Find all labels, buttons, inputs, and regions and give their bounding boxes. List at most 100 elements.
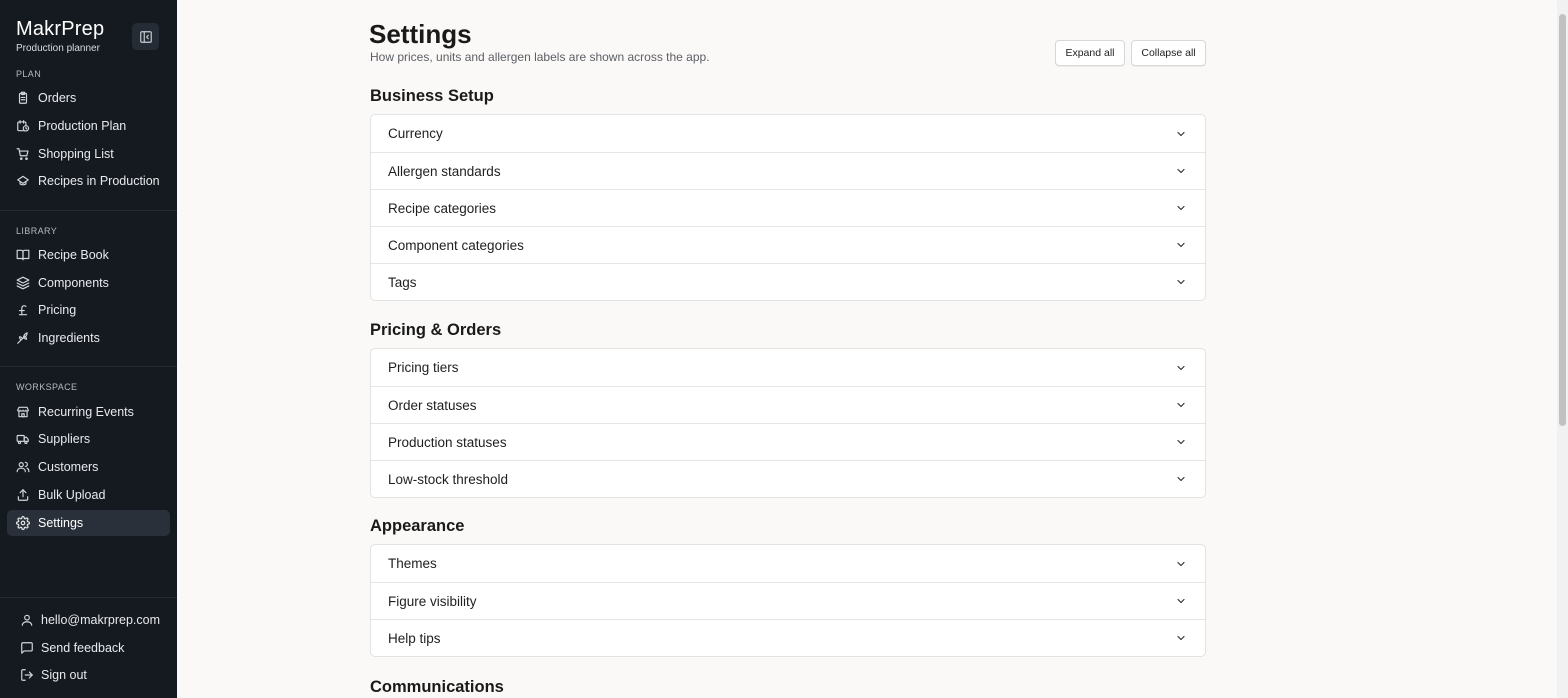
sidebar-item-label: Bulk Upload xyxy=(38,488,106,502)
accordion-row-tags[interactable]: Tags xyxy=(371,263,1205,300)
section-title-communications: Communications xyxy=(370,678,504,696)
accordion-row-recipe-categories[interactable]: Recipe categories xyxy=(371,189,1205,226)
row-label: Order statuses xyxy=(388,397,477,413)
store-icon xyxy=(16,405,30,419)
sidebar-item-production-plan[interactable]: Production Plan xyxy=(7,113,170,139)
sidebar-divider xyxy=(0,597,177,598)
calendar-clock-icon xyxy=(16,119,30,133)
chef-hat-icon xyxy=(16,174,30,188)
sidebar-item-pricing[interactable]: Pricing xyxy=(7,297,170,323)
sidebar-item-suppliers[interactable]: Suppliers xyxy=(7,426,170,452)
sidebar-item-label: Recipes in Production xyxy=(38,174,160,188)
sidebar-item-ingredients[interactable]: Ingredients xyxy=(7,325,170,351)
business-setup-accordion: Currency Allergen standards Recipe categ… xyxy=(370,114,1206,301)
sidebar-item-label: Recipe Book xyxy=(38,248,109,262)
layers-icon xyxy=(16,276,30,290)
chevron-down-icon xyxy=(1175,558,1187,570)
cart-icon xyxy=(16,147,30,161)
accordion-row-currency[interactable]: Currency xyxy=(371,115,1205,152)
panel-left-icon xyxy=(139,30,152,43)
sidebar-item-label: Customers xyxy=(38,460,99,474)
section-label-plan: PLAN xyxy=(16,69,42,79)
sidebar-item-components[interactable]: Components xyxy=(7,270,170,296)
accordion-row-figure-visibility[interactable]: Figure visibility xyxy=(371,582,1205,619)
sidebar-item-recipe-book[interactable]: Recipe Book xyxy=(7,242,170,268)
sidebar-item-label: Recurring Events xyxy=(38,405,134,419)
message-icon xyxy=(20,641,34,655)
app-subtitle: Production planner xyxy=(16,43,100,54)
accordion-row-component-categories[interactable]: Component categories xyxy=(371,226,1205,263)
chevron-down-icon xyxy=(1175,202,1187,214)
chevron-down-icon xyxy=(1175,239,1187,251)
sidebar-item-orders[interactable]: Orders xyxy=(7,85,170,111)
chevron-down-icon xyxy=(1175,165,1187,177)
sidebar-item-bulk-upload[interactable]: Bulk Upload xyxy=(7,482,170,508)
wheat-icon xyxy=(16,331,30,345)
brand: MakrPrep Production planner xyxy=(16,18,104,54)
row-label: Tags xyxy=(388,274,417,290)
accordion-row-order-statuses[interactable]: Order statuses xyxy=(371,386,1205,423)
sidebar-item-label: Orders xyxy=(38,91,77,105)
app-name: MakrPrep xyxy=(16,18,105,40)
sidebar-divider xyxy=(0,210,177,211)
sign-out-button[interactable]: Sign out xyxy=(20,665,87,685)
sidebar-item-recurring-events[interactable]: Recurring Events xyxy=(7,399,170,425)
users-icon xyxy=(16,460,30,474)
row-label: Production statuses xyxy=(388,434,507,450)
sidebar: MakrPrep Production planner PLAN Orders … xyxy=(0,0,177,698)
sidebar-divider xyxy=(0,366,177,367)
section-label-workspace: WORKSPACE xyxy=(16,382,78,392)
section-label-library: LIBRARY xyxy=(16,226,58,236)
expand-all-button[interactable]: Expand all xyxy=(1055,40,1125,66)
sidebar-item-label: Ingredients xyxy=(38,331,100,345)
row-label: Help tips xyxy=(388,630,441,646)
upload-icon xyxy=(16,488,30,502)
accordion-row-themes[interactable]: Themes xyxy=(371,545,1205,582)
truck-icon xyxy=(16,432,30,446)
row-label: Figure visibility xyxy=(388,593,477,609)
sidebar-item-label: Suppliers xyxy=(38,432,91,446)
pound-icon xyxy=(16,303,30,317)
clipboard-icon xyxy=(16,91,30,105)
accordion-row-allergen-standards[interactable]: Allergen standards xyxy=(371,152,1205,189)
sign-out-icon xyxy=(20,668,34,682)
chevron-down-icon xyxy=(1175,399,1187,411)
account-email: hello@makrprep.com xyxy=(41,613,160,627)
sidebar-item-label: Settings xyxy=(38,516,84,530)
chevron-down-icon xyxy=(1175,595,1187,607)
row-label: Allergen standards xyxy=(388,163,501,179)
chevron-down-icon xyxy=(1175,362,1187,374)
sidebar-item-settings[interactable]: Settings xyxy=(7,510,170,536)
sidebar-item-label: Pricing xyxy=(38,303,77,317)
chevron-down-icon xyxy=(1175,128,1187,140)
accordion-row-production-statuses[interactable]: Production statuses xyxy=(371,423,1205,460)
collapse-all-button[interactable]: Collapse all xyxy=(1131,40,1206,66)
row-label: Low-stock threshold xyxy=(388,471,509,487)
user-icon xyxy=(20,613,34,627)
sidebar-item-label: Components xyxy=(38,276,109,290)
scrollbar-thumb[interactable] xyxy=(1559,14,1566,426)
appearance-accordion: Themes Figure visibility Help tips xyxy=(370,544,1206,657)
accordion-row-low-stock-threshold[interactable]: Low-stock threshold xyxy=(371,460,1205,497)
row-label: Recipe categories xyxy=(388,200,497,216)
page-subtitle: How prices, units and allergen labels ar… xyxy=(370,50,710,64)
row-label: Themes xyxy=(388,556,437,571)
section-title-business-setup: Business Setup xyxy=(370,87,494,105)
gear-icon xyxy=(16,516,30,530)
sidebar-item-shopping-list[interactable]: Shopping List xyxy=(7,141,170,167)
accordion-row-help-tips[interactable]: Help tips xyxy=(371,619,1205,656)
chevron-down-icon xyxy=(1175,473,1187,485)
sidebar-item-label: Shopping List xyxy=(38,147,114,161)
row-label: Currency xyxy=(388,126,443,141)
account-email-link[interactable]: hello@makrprep.com xyxy=(20,610,160,630)
row-label: Pricing tiers xyxy=(388,360,459,375)
send-feedback-button[interactable]: Send feedback xyxy=(20,638,124,658)
collapse-sidebar-button[interactable] xyxy=(132,23,159,50)
sidebar-item-customers[interactable]: Customers xyxy=(7,454,170,480)
section-title-appearance: Appearance xyxy=(370,517,465,535)
chevron-down-icon xyxy=(1175,276,1187,288)
section-title-pricing-orders: Pricing & Orders xyxy=(370,321,502,339)
accordion-row-pricing-tiers[interactable]: Pricing tiers xyxy=(371,349,1205,386)
sidebar-item-recipes-in-production[interactable]: Recipes in Production xyxy=(7,168,170,194)
page-scrollbar[interactable] xyxy=(1557,0,1568,698)
